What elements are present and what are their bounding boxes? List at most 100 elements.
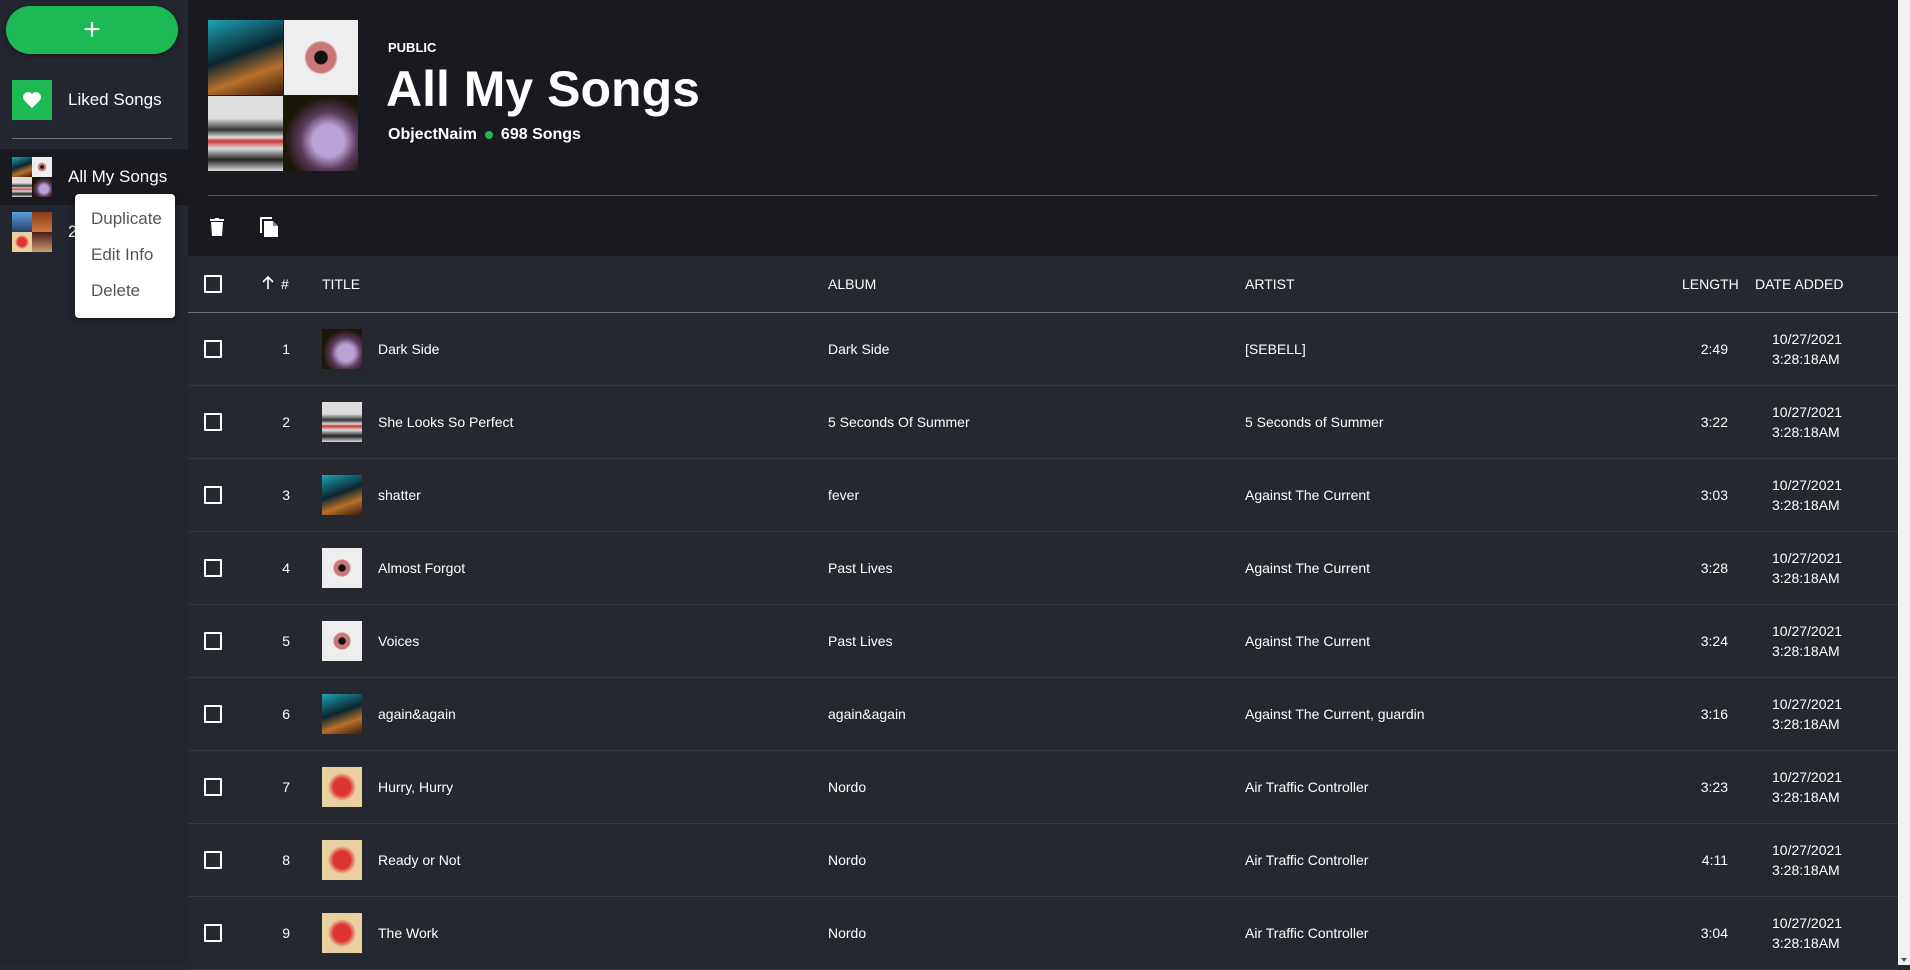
menu-item-delete[interactable]: Delete xyxy=(91,281,140,301)
date-added-time: 3:28:18AM xyxy=(1772,789,1840,805)
track-number: 3 xyxy=(282,487,290,503)
track-length: 3:23 xyxy=(1700,779,1728,795)
track-title: Ready or Not xyxy=(378,852,461,868)
sidebar-item-label: Liked Songs xyxy=(68,90,162,109)
owner-name[interactable]: ObjectNaim xyxy=(388,126,477,144)
column-header-artist[interactable]: ARTIST xyxy=(1245,276,1295,292)
album-art xyxy=(322,840,362,880)
date-added-date: 10/27/2021 xyxy=(1772,550,1843,566)
track-length: 3:28 xyxy=(1700,560,1728,576)
column-header-title[interactable]: TITLE xyxy=(322,276,360,292)
date-added-time: 3:28:18AM xyxy=(1772,497,1840,513)
table-row[interactable]: 7 Hurry, Hurry Nordo Air Traffic Control… xyxy=(188,751,1898,824)
playlist-thumbnail xyxy=(12,212,52,252)
track-album[interactable]: fever xyxy=(828,487,859,503)
menu-item-edit-info[interactable]: Edit Info xyxy=(91,245,153,265)
track-number: 1 xyxy=(282,341,290,357)
date-added-date: 10/27/2021 xyxy=(1772,915,1843,931)
track-length: 4:11 xyxy=(1701,852,1728,868)
album-art xyxy=(322,329,362,369)
trash-icon[interactable] xyxy=(204,214,230,240)
scrollbar[interactable] xyxy=(1898,0,1910,965)
row-checkbox[interactable] xyxy=(204,778,222,796)
album-art xyxy=(322,402,362,442)
track-album[interactable]: Dark Side xyxy=(828,341,889,357)
track-number: 5 xyxy=(282,633,290,649)
album-art xyxy=(322,475,362,515)
date-added: 10/27/2021 3:28:18AM xyxy=(1772,402,1842,442)
date-added-time: 3:28:18AM xyxy=(1772,424,1840,440)
date-added-time: 3:28:18AM xyxy=(1772,716,1840,732)
row-checkbox[interactable] xyxy=(204,632,222,650)
row-checkbox[interactable] xyxy=(204,851,222,869)
track-album[interactable]: 5 Seconds Of Summer xyxy=(828,414,970,430)
track-artist[interactable]: Against The Current xyxy=(1245,487,1370,503)
playlist-cover xyxy=(208,20,358,171)
track-number: 7 xyxy=(282,779,290,795)
heart-icon xyxy=(12,80,52,120)
date-added-date: 10/27/2021 xyxy=(1772,842,1843,858)
copy-icon[interactable] xyxy=(256,214,282,240)
column-header-num[interactable]: # xyxy=(281,276,289,292)
date-added: 10/27/2021 3:28:18AM xyxy=(1772,767,1842,807)
row-checkbox[interactable] xyxy=(204,340,222,358)
row-checkbox[interactable] xyxy=(204,486,222,504)
select-all-checkbox[interactable] xyxy=(204,275,222,293)
column-header-date[interactable]: DATE ADDED xyxy=(1755,276,1843,292)
album-art xyxy=(322,767,362,807)
track-artist[interactable]: Against The Current, guardin xyxy=(1245,706,1425,722)
track-artist[interactable]: Against The Current xyxy=(1245,633,1370,649)
track-title: The Work xyxy=(378,925,439,941)
table-row[interactable]: 3 shatter fever Against The Current 3:03… xyxy=(188,459,1898,532)
track-album[interactable]: Nordo xyxy=(828,925,866,941)
track-artist[interactable]: [SEBELL] xyxy=(1245,341,1306,357)
track-artist[interactable]: 5 Seconds of Summer xyxy=(1245,414,1384,430)
menu-item-duplicate[interactable]: Duplicate xyxy=(91,209,162,229)
column-header-length[interactable]: LENGTH xyxy=(1682,276,1739,292)
table-row[interactable]: 9 The Work Nordo Air Traffic Controller … xyxy=(188,897,1898,970)
row-checkbox[interactable] xyxy=(204,705,222,723)
track-title: Voices xyxy=(378,633,420,649)
table-row[interactable]: 1 Dark Side Dark Side [SEBELL] 2:49 10/2… xyxy=(188,313,1898,386)
sort-asc-icon[interactable] xyxy=(262,275,274,292)
date-added-date: 10/27/2021 xyxy=(1772,769,1843,785)
page-title: All My Songs xyxy=(386,61,700,117)
add-playlist-button[interactable]: + xyxy=(6,6,178,54)
track-number: 4 xyxy=(282,560,290,576)
track-artist[interactable]: Against The Current xyxy=(1245,560,1370,576)
sidebar-item-liked-songs[interactable]: Liked Songs xyxy=(0,78,188,122)
playlist-header: PUBLIC All My Songs ObjectNaim 698 Songs xyxy=(188,0,1898,256)
track-number: 6 xyxy=(282,706,290,722)
track-album[interactable]: again&again xyxy=(828,706,906,722)
scroll-down-arrow-icon[interactable] xyxy=(1901,958,1907,962)
table-row[interactable]: 6 again&again again&again Against The Cu… xyxy=(188,678,1898,751)
track-title: Dark Side xyxy=(378,341,440,357)
track-number: 2 xyxy=(282,414,290,430)
table-row[interactable]: 8 Ready or Not Nordo Air Traffic Control… xyxy=(188,824,1898,897)
song-count: 698 Songs xyxy=(500,126,581,143)
track-title: Hurry, Hurry xyxy=(378,779,454,795)
track-length: 3:16 xyxy=(1700,706,1728,722)
table-row[interactable]: 5 Voices Past Lives Against The Current … xyxy=(188,605,1898,678)
track-album[interactable]: Past Lives xyxy=(828,560,893,576)
track-title: shatter xyxy=(378,487,421,503)
track-album[interactable]: Nordo xyxy=(828,852,866,868)
header-divider xyxy=(208,195,1878,196)
date-added: 10/27/2021 3:28:18AM xyxy=(1772,840,1842,880)
row-checkbox[interactable] xyxy=(204,924,222,942)
track-album[interactable]: Past Lives xyxy=(828,633,893,649)
table-row[interactable]: 4 Almost Forgot Past Lives Against The C… xyxy=(188,532,1898,605)
track-length: 3:04 xyxy=(1700,925,1728,941)
track-length: 3:03 xyxy=(1700,487,1728,503)
row-checkbox[interactable] xyxy=(204,559,222,577)
track-album[interactable]: Nordo xyxy=(828,779,866,795)
track-artist[interactable]: Air Traffic Controller xyxy=(1245,925,1368,941)
column-header-album[interactable]: ALBUM xyxy=(828,276,876,292)
track-artist[interactable]: Air Traffic Controller xyxy=(1245,779,1368,795)
sidebar: + Liked Songs All My Songs 2 Duplicate E… xyxy=(0,0,188,965)
table-row[interactable]: 2 She Looks So Perfect 5 Seconds Of Summ… xyxy=(188,386,1898,459)
sidebar-item-label: All My Songs xyxy=(68,167,168,186)
track-artist[interactable]: Air Traffic Controller xyxy=(1245,852,1368,868)
row-checkbox[interactable] xyxy=(204,413,222,431)
date-added-date: 10/27/2021 xyxy=(1772,477,1843,493)
